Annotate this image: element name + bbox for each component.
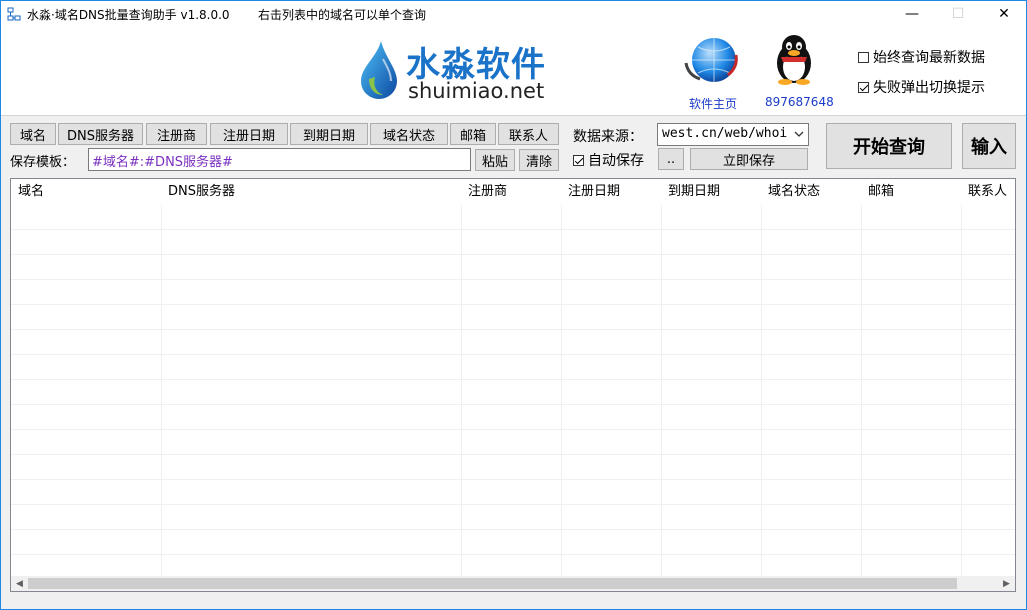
title-bar: 水淼·域名DNS批量查询助手 v1.8.0.0 右击列表中的域名可以单个查询 —… [1,1,1026,27]
home-link[interactable]: 软件主页 [680,33,746,113]
input-button[interactable]: 输入 [962,123,1016,169]
close-icon: ✕ [998,6,1010,22]
horizontal-scrollbar[interactable]: ◀ ▶ [11,576,1015,591]
grid-column-divider [161,205,162,577]
column-header-email[interactable]: 邮箱 [861,179,961,205]
always-latest-checkbox[interactable]: 始终查询最新数据 [858,47,985,67]
window-hint: 右击列表中的域名可以单个查询 [258,8,427,22]
field-button-registrar[interactable]: 注册商 [146,123,207,145]
grid-column-divider [761,205,762,577]
penguin-icon [777,35,811,85]
grid-row-divider [11,554,1015,555]
field-label: 注册日期 [222,128,275,144]
input-label: 输入 [971,137,1007,158]
save-now-label: 立即保存 [722,153,775,169]
grid-row-divider [11,404,1015,405]
grid-row-divider [11,304,1015,305]
paste-label: 粘贴 [481,154,508,170]
window-title: 水淼·域名DNS批量查询助手 v1.8.0.0 [27,8,230,22]
checkbox-box-checked [858,81,869,93]
column-header-dns[interactable]: DNS服务器 [161,179,461,205]
template-input[interactable]: #域名#:#DNS服务器# [88,148,471,171]
grid-row-divider [11,329,1015,330]
field-label: 域名状态 [382,128,435,144]
minimize-icon: — [905,6,919,22]
header: 水淼软件 shuimiao.net 软件主页 897687648 始终查询最新数… [1,27,1026,116]
globe-icon [684,38,738,82]
fail-popup-checkbox[interactable]: 失败弹出切换提示 [858,77,985,97]
logo-en-text: shuimiao.net [408,79,545,103]
scroll-right-icon[interactable]: ▶ [998,576,1015,591]
template-label: 保存模板： [10,155,76,170]
grid-column-divider [961,205,962,577]
grid-column-divider [461,205,462,577]
grid-column-divider [861,205,862,577]
field-button-contact[interactable]: 联系人 [498,123,559,145]
results-grid[interactable]: 域名 DNS服务器 注册商 注册日期 到期日期 域名状态 邮箱 联系人 ◀ ▶ [10,178,1016,592]
network-icon [7,7,21,21]
column-header-exp-date[interactable]: 到期日期 [661,179,761,205]
grid-row-divider [11,529,1015,530]
maximize-icon: ☐ [951,6,965,22]
field-label: DNS服务器 [67,128,134,144]
fail-popup-label: 失败弹出切换提示 [873,80,985,96]
field-button-domain[interactable]: 域名 [10,123,56,145]
qq-number: 897687648 [765,95,834,109]
source-select-value: west.cn/web/whoi [662,126,788,141]
maximize-button[interactable]: ☐ [935,1,981,27]
source-select[interactable]: west.cn/web/whoi [657,123,809,146]
grid-row-divider [11,229,1015,230]
qq-link[interactable]: 897687648 [763,33,834,113]
auto-save-checkbox[interactable]: 自动保存 [573,150,644,170]
close-button[interactable]: ✕ [981,1,1027,27]
grid-row-divider [11,454,1015,455]
paste-button[interactable]: 粘贴 [475,149,515,171]
chevron-down-icon [794,131,804,137]
column-header-domain[interactable]: 域名 [11,179,161,205]
always-latest-label: 始终查询最新数据 [873,50,985,66]
checkbox-box-checked [573,154,584,166]
scrollbar-thumb[interactable] [28,578,957,589]
minimize-button[interactable]: — [889,1,935,27]
clear-label: 清除 [525,154,552,170]
column-header-registrar[interactable]: 注册商 [461,179,561,205]
field-button-email[interactable]: 邮箱 [450,123,496,145]
grid-row-divider [11,379,1015,380]
field-label: 到期日期 [302,128,355,144]
water-drop-logo-icon [361,41,397,99]
source-label: 数据来源： [573,129,643,145]
grid-row-divider [11,254,1015,255]
browse-button[interactable]: .. [658,148,684,170]
column-header-reg-date[interactable]: 注册日期 [561,179,661,205]
field-label: 域名 [19,128,46,144]
start-query-button[interactable]: 开始查询 [826,123,952,169]
field-button-status[interactable]: 域名状态 [370,123,448,145]
field-label: 邮箱 [459,128,486,144]
field-button-reg-date[interactable]: 注册日期 [210,123,288,145]
auto-save-label: 自动保存 [588,153,644,169]
grid-row-divider [11,279,1015,280]
grid-row-divider [11,479,1015,480]
field-button-exp-date[interactable]: 到期日期 [290,123,368,145]
field-label: 联系人 [508,128,548,144]
start-query-label: 开始查询 [853,137,925,158]
checkbox-box [858,51,869,63]
home-label: 软件主页 [689,97,738,111]
grid-row-divider [11,504,1015,505]
browse-label: .. [666,151,676,167]
field-label: 注册商 [156,128,196,144]
grid-column-divider [661,205,662,577]
scroll-left-icon[interactable]: ◀ [11,576,28,591]
field-button-dns[interactable]: DNS服务器 [58,123,143,145]
column-header-contact[interactable]: 联系人 [961,179,1015,205]
grid-row-divider [11,429,1015,430]
grid-row-divider [11,354,1015,355]
column-header-status[interactable]: 域名状态 [761,179,861,205]
save-now-button[interactable]: 立即保存 [690,148,808,170]
grid-column-divider [561,205,562,577]
clear-button[interactable]: 清除 [519,149,559,171]
